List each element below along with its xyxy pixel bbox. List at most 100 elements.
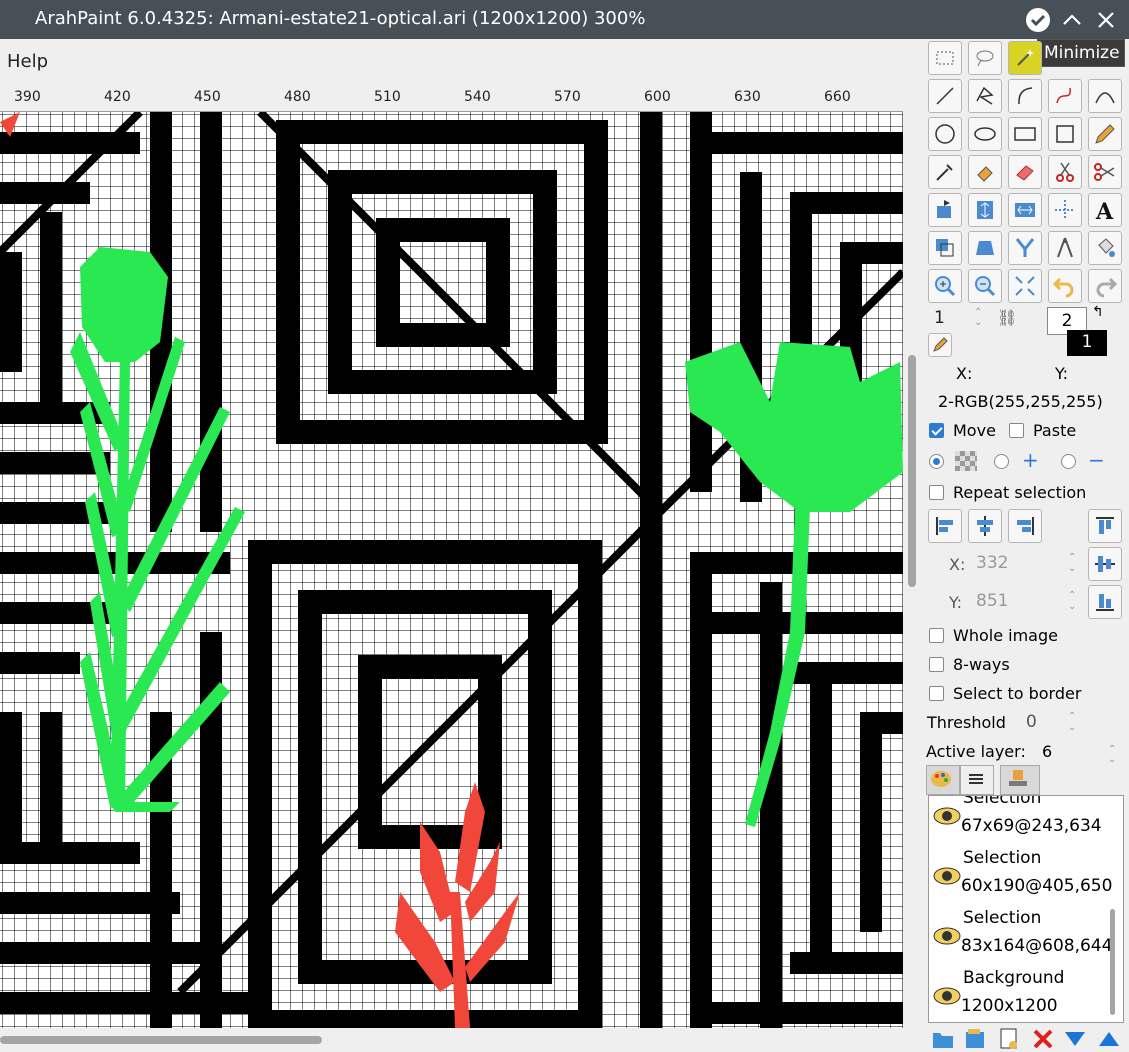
close-button[interactable] (1092, 6, 1120, 34)
maximize-button[interactable] (1058, 6, 1086, 34)
spin-down-icon[interactable]: ⌄ (974, 318, 982, 328)
tab-stamp[interactable] (1000, 765, 1040, 795)
menu-help[interactable]: Help (7, 51, 48, 72)
vertical-scroll-thumb[interactable] (908, 355, 916, 587)
magic-wand-tool-button[interactable] (1008, 41, 1042, 75)
select-to-border-checkbox[interactable] (929, 686, 944, 701)
layer-item[interactable]: Background 1200x1200 (929, 966, 1111, 1022)
flip-horizontal-tool-button[interactable] (1008, 193, 1042, 227)
add-radio[interactable] (994, 454, 1009, 469)
sel-x-field[interactable]: 332 (970, 550, 1082, 578)
pattern-image (0, 112, 903, 1028)
lasso-tool-button[interactable] (968, 41, 1002, 75)
repeat-selection-checkbox[interactable] (929, 485, 944, 500)
arc-tool-button[interactable] (1008, 79, 1042, 113)
align-top-button[interactable] (1088, 509, 1122, 543)
eye-icon[interactable] (933, 862, 961, 890)
bezier-tool-button[interactable] (1088, 79, 1122, 113)
transparency-icon (955, 451, 977, 471)
layer-item[interactable]: Selection 83x164@608,644 (929, 906, 1112, 966)
transform-tool-button[interactable] (1048, 193, 1082, 227)
align-middle-button[interactable] (1088, 547, 1122, 581)
align-middle-icon (1095, 556, 1115, 572)
delete-icon[interactable] (1030, 1026, 1056, 1052)
layers-scroll-thumb[interactable] (1110, 909, 1115, 1015)
rect-select-tool-button[interactable] (928, 41, 962, 75)
spin-up-icon[interactable]: ⌃ (1068, 712, 1076, 722)
paste-checkbox[interactable] (1009, 423, 1024, 438)
compass-tool-button[interactable] (1048, 231, 1082, 265)
scissors-alt-icon (1094, 163, 1115, 181)
eraser-icon (1016, 165, 1034, 181)
color-picker-tool-button[interactable] (928, 155, 962, 189)
background-color-swatch[interactable]: 1 (1067, 330, 1107, 356)
move-up-icon[interactable] (1096, 1026, 1122, 1052)
tab-layers[interactable] (960, 765, 994, 795)
new-layer-icon[interactable] (962, 1026, 988, 1052)
layers-list[interactable]: Selection 67x69@243,634 Selection 60x190… (928, 795, 1124, 1023)
ellipse-tool-button[interactable] (968, 117, 1002, 151)
perspective-tool-button[interactable] (968, 231, 1002, 265)
scissors-tool-button[interactable] (1048, 155, 1082, 189)
circle-tool-button[interactable] (928, 117, 962, 151)
sel-y-field[interactable]: 851 (970, 588, 1082, 616)
redo-tool-button[interactable] (1088, 269, 1122, 303)
align-bottom-button[interactable] (1088, 585, 1122, 619)
fit-tool-button[interactable] (1008, 269, 1042, 303)
zoom-out-tool-button[interactable] (968, 269, 1002, 303)
square-tool-button[interactable] (1048, 117, 1082, 151)
resize-tool-button[interactable] (928, 231, 962, 265)
subtract-radio[interactable] (1061, 454, 1076, 469)
undo-tool-button[interactable] (1048, 269, 1082, 303)
minimize-button[interactable] (1024, 6, 1052, 34)
layer-item[interactable]: Selection 67x69@243,634 (929, 796, 1111, 846)
pencil-icon (1095, 124, 1115, 144)
tab-palette[interactable] (926, 765, 960, 795)
ruler-label: 510 (374, 89, 401, 105)
whole-image-checkbox[interactable] (929, 628, 944, 643)
eraser-tool-button[interactable] (1008, 155, 1042, 189)
align-left-button[interactable] (928, 509, 962, 543)
y-tool-tool-button[interactable] (1008, 231, 1042, 265)
eye-icon[interactable] (933, 982, 961, 1010)
spin-down-icon[interactable]: ⌄ (1068, 723, 1076, 733)
eight-ways-checkbox[interactable] (929, 657, 944, 672)
drawing-canvas[interactable] (0, 112, 903, 1028)
fit-icon (1015, 276, 1035, 296)
line-tool-button[interactable] (928, 79, 962, 113)
align-center-button[interactable] (968, 509, 1002, 543)
polyline-tool-button[interactable] (968, 79, 1002, 113)
swap-colors-icon[interactable]: ↰ (1092, 304, 1104, 320)
pencil-tool-button[interactable] (1088, 117, 1122, 151)
horizontal-ruler: 390 420 450 480 510 540 570 600 630 660 (0, 85, 903, 112)
spin-down-icon[interactable]: ⌄ (1108, 755, 1116, 765)
layer-item[interactable]: Selection 60x190@405,650 (929, 846, 1112, 906)
horizontal-scroll-thumb[interactable] (0, 1036, 322, 1044)
text-tool-button[interactable]: A (1088, 193, 1122, 227)
move-down-icon[interactable] (1062, 1026, 1088, 1052)
scissors-alt-tool-button[interactable] (1088, 155, 1122, 189)
spin-up-icon[interactable]: ⌃ (1068, 591, 1076, 601)
spin-down-icon[interactable]: ⌄ (1068, 564, 1076, 574)
transparent-radio[interactable] (929, 454, 944, 469)
eye-icon[interactable] (933, 922, 961, 950)
move-checkbox[interactable] (929, 423, 944, 438)
flip-vertical-tool-button[interactable] (968, 193, 1002, 227)
spin-down-icon[interactable]: ⌄ (1068, 602, 1076, 612)
eye-icon[interactable] (933, 802, 961, 830)
active-layer-value[interactable]: 6 (1042, 742, 1052, 761)
transform-icon (1055, 200, 1075, 220)
rotate-tool-button[interactable] (928, 193, 962, 227)
align-bottom-icon (1096, 594, 1114, 611)
rectangle-tool-button[interactable] (1008, 117, 1042, 151)
zoom-in-tool-button[interactable] (928, 269, 962, 303)
fill-tool-button[interactable] (968, 155, 1002, 189)
align-right-button[interactable] (1008, 509, 1042, 543)
open-folder-icon[interactable] (930, 1026, 956, 1052)
close-icon (1098, 12, 1114, 28)
duplicate-icon[interactable] (996, 1026, 1022, 1052)
link-icon[interactable]: ⛓ (997, 308, 1017, 327)
spin-up-icon[interactable]: ⌃ (1068, 553, 1076, 563)
curve-tool-button[interactable] (1048, 79, 1082, 113)
bucket-tool-button[interactable] (1088, 231, 1122, 265)
